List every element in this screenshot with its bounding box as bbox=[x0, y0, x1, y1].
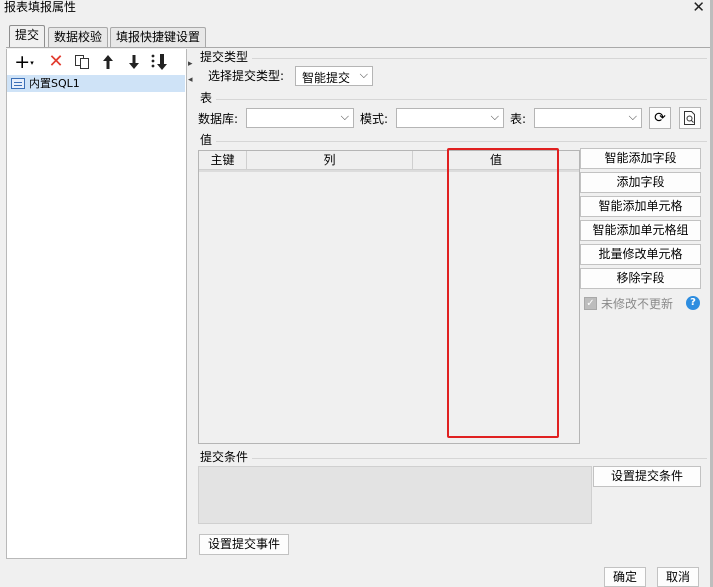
smart-add-cell-button[interactable]: 智能添加单元格 bbox=[580, 196, 701, 217]
section-divider bbox=[252, 458, 707, 459]
mode-select[interactable]: ⌵ bbox=[396, 108, 504, 128]
chevron-down-icon: ⌵ bbox=[359, 68, 368, 81]
remove-field-button[interactable]: 移除字段 bbox=[580, 268, 701, 289]
submit-type-section-label: 提交类型 bbox=[200, 50, 249, 64]
submit-type-select-label: 选择提交类型: bbox=[208, 69, 285, 83]
tab-divider bbox=[6, 47, 710, 48]
copy-icon[interactable] bbox=[72, 52, 92, 72]
cancel-button[interactable]: 取消 bbox=[657, 567, 699, 587]
submit-condition-area bbox=[198, 466, 592, 524]
chevron-down-icon: ⌵ bbox=[490, 110, 499, 123]
tab-data-validation[interactable]: 数据校验 bbox=[48, 27, 109, 48]
tree-item-builtin-sql[interactable]: 内置SQL1 bbox=[7, 75, 185, 92]
submit-condition-section-label: 提交条件 bbox=[200, 450, 249, 464]
column-header-key[interactable]: 主键 bbox=[199, 151, 247, 170]
sql-table-icon bbox=[11, 78, 25, 89]
submit-type-selected: 智能提交 bbox=[302, 71, 351, 85]
preview-table-button[interactable] bbox=[679, 107, 701, 129]
window-title: 报表填报属性 bbox=[4, 0, 77, 14]
table-select[interactable]: ⌵ bbox=[534, 108, 642, 128]
move-down-icon[interactable] bbox=[124, 52, 144, 72]
chevron-down-icon: ⌵ bbox=[340, 110, 349, 123]
close-icon[interactable]: ✕ bbox=[692, 0, 705, 15]
database-select[interactable]: ⌵ bbox=[246, 108, 354, 128]
ok-button[interactable]: 确定 bbox=[604, 567, 646, 587]
move-up-icon[interactable] bbox=[98, 52, 118, 72]
set-submit-condition-button[interactable]: 设置提交条件 bbox=[593, 466, 701, 487]
expand-arrow-icon[interactable]: ◂ bbox=[188, 75, 193, 85]
set-submit-event-button[interactable]: 设置提交事件 bbox=[199, 534, 289, 555]
delete-icon[interactable]: ✕ bbox=[46, 52, 66, 72]
refresh-button[interactable]: ⟳ bbox=[649, 107, 671, 129]
batch-modify-cells-button[interactable]: 批量修改单元格 bbox=[580, 244, 701, 265]
table-label: 表: bbox=[510, 112, 527, 126]
mode-label: 模式: bbox=[360, 112, 389, 126]
highlight-box bbox=[447, 148, 559, 438]
database-label: 数据库: bbox=[198, 112, 239, 126]
value-section-label: 值 bbox=[200, 133, 213, 147]
document-search-icon bbox=[684, 111, 695, 125]
submit-type-select[interactable]: 智能提交 ⌵ bbox=[295, 66, 373, 86]
move-to-bottom-icon[interactable] bbox=[150, 52, 170, 72]
no-update-unchanged-label: 未修改不更新 bbox=[601, 297, 674, 311]
table-section-label: 表 bbox=[200, 91, 213, 105]
tree-item-label: 内置SQL1 bbox=[29, 77, 80, 90]
section-divider bbox=[216, 141, 707, 142]
no-update-unchanged-checkbox[interactable]: ✓ bbox=[584, 297, 597, 310]
help-icon[interactable]: ? bbox=[686, 296, 700, 310]
submit-list-panel bbox=[6, 49, 187, 559]
add-field-button[interactable]: 添加字段 bbox=[580, 172, 701, 193]
collapse-arrow-icon[interactable]: ▸ bbox=[188, 59, 193, 69]
smart-add-cell-group-button[interactable]: 智能添加单元格组 bbox=[580, 220, 701, 241]
add-icon[interactable]: +▾ bbox=[11, 52, 37, 72]
smart-add-field-button[interactable]: 智能添加字段 bbox=[580, 148, 701, 169]
tab-shortcut-settings[interactable]: 填报快捷键设置 bbox=[110, 27, 207, 48]
section-divider bbox=[252, 58, 707, 59]
tab-submit[interactable]: 提交 bbox=[9, 25, 46, 48]
column-header-column[interactable]: 列 bbox=[247, 151, 413, 170]
section-divider bbox=[216, 99, 707, 100]
chevron-down-icon: ⌵ bbox=[628, 110, 637, 123]
refresh-icon: ⟳ bbox=[654, 110, 666, 126]
